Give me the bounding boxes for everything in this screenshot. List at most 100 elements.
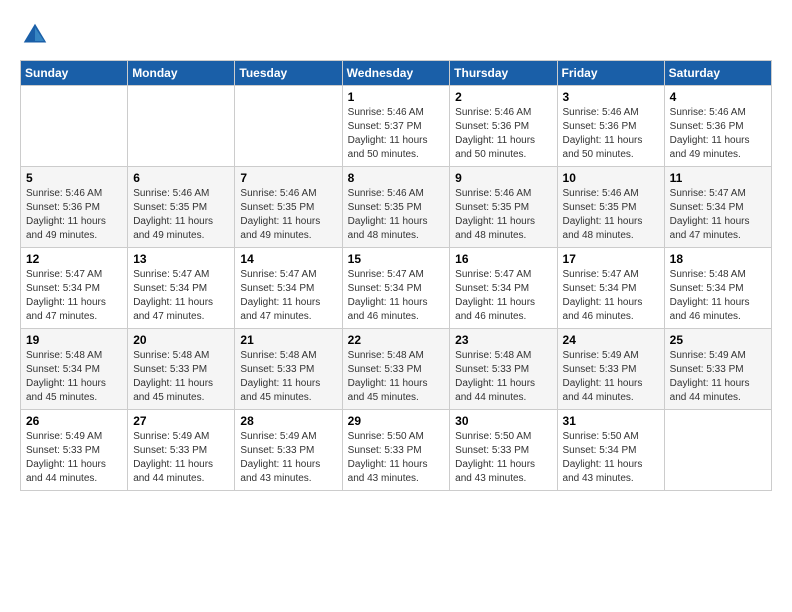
day-info: Sunrise: 5:46 AM Sunset: 5:36 PM Dayligh…: [455, 106, 551, 162]
day-info: Sunrise: 5:48 AM Sunset: 5:33 PM Dayligh…: [240, 349, 336, 405]
day-number: 1: [348, 90, 445, 104]
calendar-cell: 22Sunrise: 5:48 AM Sunset: 5:33 PM Dayli…: [342, 329, 450, 410]
calendar-cell: 2 Sunrise: 5:46 AM Sunset: 5:36 PM Daylig…: [450, 86, 557, 167]
day-number: 29: [348, 414, 445, 428]
calendar-cell: 5 Sunrise: 5:46 AM Sunset: 5:36 PM Daylig…: [21, 167, 128, 248]
day-number: 24: [563, 333, 659, 347]
calendar-table: SundayMondayTuesdayWednesdayThursdayFrid…: [20, 60, 772, 491]
calendar-cell: 10 Sunrise: 5:46 AM Sunset: 5:35 PM Dayli…: [557, 167, 664, 248]
calendar-cell: [235, 86, 342, 167]
day-number: 5: [26, 171, 122, 185]
day-info: Sunrise: 5:49 AM Sunset: 5:33 PM Dayligh…: [133, 430, 229, 486]
day-number: 8: [348, 171, 445, 185]
day-number: 4: [670, 90, 766, 104]
day-info: Sunrise: 5:49 AM Sunset: 5:33 PM Dayligh…: [563, 349, 659, 405]
day-info: Sunrise: 5:48 AM Sunset: 5:34 PM Dayligh…: [26, 349, 122, 405]
day-info: Sunrise: 5:47 AM Sunset: 5:34 PM Dayligh…: [670, 187, 766, 243]
calendar-cell: 14Sunrise: 5:47 AM Sunset: 5:34 PM Dayli…: [235, 248, 342, 329]
day-number: 26: [26, 414, 122, 428]
calendar-header-sunday: Sunday: [21, 61, 128, 86]
day-info: Sunrise: 5:48 AM Sunset: 5:33 PM Dayligh…: [455, 349, 551, 405]
day-number: 16: [455, 252, 551, 266]
day-info: Sunrise: 5:46 AM Sunset: 5:35 PM Dayligh…: [133, 187, 229, 243]
day-info: Sunrise: 5:49 AM Sunset: 5:33 PM Dayligh…: [240, 430, 336, 486]
day-number: 17: [563, 252, 659, 266]
day-number: 28: [240, 414, 336, 428]
calendar-cell: 25Sunrise: 5:49 AM Sunset: 5:33 PM Dayli…: [664, 329, 771, 410]
day-number: 2: [455, 90, 551, 104]
day-info: Sunrise: 5:46 AM Sunset: 5:36 PM Dayligh…: [563, 106, 659, 162]
day-info: Sunrise: 5:50 AM Sunset: 5:34 PM Dayligh…: [563, 430, 659, 486]
calendar-cell: 28 Sunrise: 5:49 AM Sunset: 5:33 PM Dayli…: [235, 410, 342, 491]
calendar-cell: [128, 86, 235, 167]
calendar-cell: 9Sunrise: 5:46 AM Sunset: 5:35 PM Daylig…: [450, 167, 557, 248]
calendar-cell: 27 Sunrise: 5:49 AM Sunset: 5:33 PM Dayli…: [128, 410, 235, 491]
day-info: Sunrise: 5:47 AM Sunset: 5:34 PM Dayligh…: [563, 268, 659, 324]
day-number: 22: [348, 333, 445, 347]
day-number: 12: [26, 252, 122, 266]
calendar-cell: 30Sunrise: 5:50 AM Sunset: 5:33 PM Dayli…: [450, 410, 557, 491]
day-info: Sunrise: 5:48 AM Sunset: 5:33 PM Dayligh…: [133, 349, 229, 405]
calendar-cell: [664, 410, 771, 491]
calendar-header-thursday: Thursday: [450, 61, 557, 86]
day-number: 7: [240, 171, 336, 185]
day-number: 6: [133, 171, 229, 185]
calendar-header-tuesday: Tuesday: [235, 61, 342, 86]
calendar-cell: 12 Sunrise: 5:47 AM Sunset: 5:34 PM Dayli…: [21, 248, 128, 329]
day-number: 27: [133, 414, 229, 428]
calendar-header-friday: Friday: [557, 61, 664, 86]
calendar-cell: 16 Sunrise: 5:47 AM Sunset: 5:34 PM Dayli…: [450, 248, 557, 329]
calendar-cell: 24 Sunrise: 5:49 AM Sunset: 5:33 PM Dayli…: [557, 329, 664, 410]
day-number: 23: [455, 333, 551, 347]
calendar-cell: 4 Sunrise: 5:46 AM Sunset: 5:36 PM Daylig…: [664, 86, 771, 167]
day-number: 14: [240, 252, 336, 266]
calendar-cell: 18Sunrise: 5:48 AM Sunset: 5:34 PM Dayli…: [664, 248, 771, 329]
calendar-cell: 17 Sunrise: 5:47 AM Sunset: 5:34 PM Dayli…: [557, 248, 664, 329]
day-info: Sunrise: 5:47 AM Sunset: 5:34 PM Dayligh…: [348, 268, 445, 324]
calendar-cell: 23 Sunrise: 5:48 AM Sunset: 5:33 PM Dayli…: [450, 329, 557, 410]
day-info: Sunrise: 5:49 AM Sunset: 5:33 PM Dayligh…: [26, 430, 122, 486]
calendar-cell: 31 Sunrise: 5:50 AM Sunset: 5:34 PM Dayli…: [557, 410, 664, 491]
day-info: Sunrise: 5:48 AM Sunset: 5:34 PM Dayligh…: [670, 268, 766, 324]
day-number: 10: [563, 171, 659, 185]
day-info: Sunrise: 5:50 AM Sunset: 5:33 PM Dayligh…: [348, 430, 445, 486]
day-info: Sunrise: 5:46 AM Sunset: 5:35 PM Dayligh…: [563, 187, 659, 243]
day-info: Sunrise: 5:50 AM Sunset: 5:33 PM Dayligh…: [455, 430, 551, 486]
calendar-cell: 11Sunrise: 5:47 AM Sunset: 5:34 PM Dayli…: [664, 167, 771, 248]
day-info: Sunrise: 5:46 AM Sunset: 5:35 PM Dayligh…: [240, 187, 336, 243]
calendar-cell: 1 Sunrise: 5:46 AM Sunset: 5:37 PM Daylig…: [342, 86, 450, 167]
day-number: 31: [563, 414, 659, 428]
calendar-cell: 19Sunrise: 5:48 AM Sunset: 5:34 PM Dayli…: [21, 329, 128, 410]
day-info: Sunrise: 5:46 AM Sunset: 5:37 PM Dayligh…: [348, 106, 445, 162]
calendar-cell: 7 Sunrise: 5:46 AM Sunset: 5:35 PM Daylig…: [235, 167, 342, 248]
calendar-week-row: 19Sunrise: 5:48 AM Sunset: 5:34 PM Dayli…: [21, 329, 772, 410]
day-number: 21: [240, 333, 336, 347]
calendar-cell: 8 Sunrise: 5:46 AM Sunset: 5:35 PM Daylig…: [342, 167, 450, 248]
day-number: 9: [455, 171, 551, 185]
logo: [20, 20, 54, 50]
day-info: Sunrise: 5:46 AM Sunset: 5:36 PM Dayligh…: [26, 187, 122, 243]
day-info: Sunrise: 5:47 AM Sunset: 5:34 PM Dayligh…: [26, 268, 122, 324]
logo-icon: [20, 20, 50, 50]
calendar-cell: 15Sunrise: 5:47 AM Sunset: 5:34 PM Dayli…: [342, 248, 450, 329]
day-info: Sunrise: 5:49 AM Sunset: 5:33 PM Dayligh…: [670, 349, 766, 405]
calendar-cell: 26 Sunrise: 5:49 AM Sunset: 5:33 PM Dayli…: [21, 410, 128, 491]
calendar-cell: 6 Sunrise: 5:46 AM Sunset: 5:35 PM Daylig…: [128, 167, 235, 248]
calendar-week-row: 26 Sunrise: 5:49 AM Sunset: 5:33 PM Dayli…: [21, 410, 772, 491]
calendar-header-wednesday: Wednesday: [342, 61, 450, 86]
calendar-cell: 3Sunrise: 5:46 AM Sunset: 5:36 PM Daylig…: [557, 86, 664, 167]
calendar-week-row: 1 Sunrise: 5:46 AM Sunset: 5:37 PM Daylig…: [21, 86, 772, 167]
calendar-cell: [21, 86, 128, 167]
calendar-header-saturday: Saturday: [664, 61, 771, 86]
calendar-cell: 13Sunrise: 5:47 AM Sunset: 5:34 PM Dayli…: [128, 248, 235, 329]
calendar-week-row: 12 Sunrise: 5:47 AM Sunset: 5:34 PM Dayli…: [21, 248, 772, 329]
day-info: Sunrise: 5:47 AM Sunset: 5:34 PM Dayligh…: [455, 268, 551, 324]
calendar-cell: 21 Sunrise: 5:48 AM Sunset: 5:33 PM Dayli…: [235, 329, 342, 410]
day-info: Sunrise: 5:47 AM Sunset: 5:34 PM Dayligh…: [133, 268, 229, 324]
day-info: Sunrise: 5:46 AM Sunset: 5:36 PM Dayligh…: [670, 106, 766, 162]
calendar-header-monday: Monday: [128, 61, 235, 86]
calendar-cell: 29 Sunrise: 5:50 AM Sunset: 5:33 PM Dayli…: [342, 410, 450, 491]
day-number: 20: [133, 333, 229, 347]
day-info: Sunrise: 5:46 AM Sunset: 5:35 PM Dayligh…: [348, 187, 445, 243]
calendar-header-row: SundayMondayTuesdayWednesdayThursdayFrid…: [21, 61, 772, 86]
